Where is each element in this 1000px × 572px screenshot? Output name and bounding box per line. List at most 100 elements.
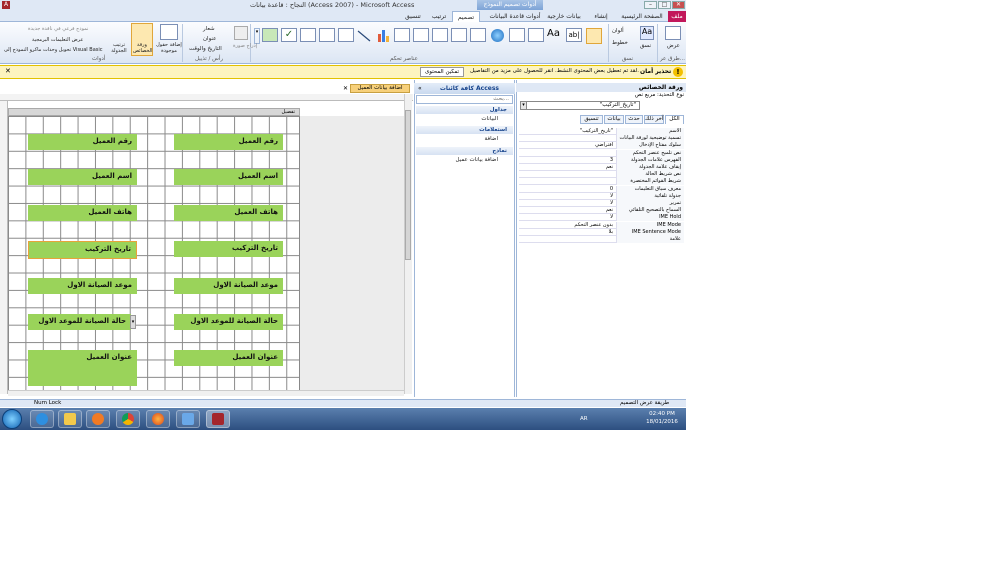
view-code-button[interactable]: عرض التعليمات البرمجية [32,37,83,43]
nav-pane-collapse-icon[interactable]: « [418,85,422,92]
fonts-button[interactable]: خطوط [612,40,628,46]
convert-macros-button[interactable]: تحويل وحدات ماكرو النموذج إلى Visual Bas… [4,47,103,53]
textbox-customer-name[interactable]: اسم العميل [28,169,137,185]
nav-group-forms[interactable]: نماذج [416,147,513,155]
horizontal-scrollbar[interactable] [8,390,404,396]
line-control-icon[interactable] [357,30,371,42]
view-label[interactable]: عرض [667,43,680,49]
tab-home[interactable]: الصفحة الرئيسية [620,11,664,22]
property-value[interactable]: نعم [519,164,616,171]
label-maintenance-status[interactable]: حالة الصيانة للموعد الاول [174,314,283,330]
nav-item-query-add[interactable]: اضافة [420,135,510,143]
taskbar-access-icon[interactable] [206,410,230,428]
taskbar-language[interactable]: AR [580,416,588,422]
property-row[interactable]: بدون عنصر التحكم IME Mode [519,221,684,229]
close-button[interactable]: ✕ [672,1,685,9]
property-row[interactable]: 0 معرف سياق التعليمات [519,185,684,193]
property-row[interactable]: شريط القوائم المختصرة [519,178,684,186]
property-row[interactable]: تسمية توضيحية لورقة البيانات [519,135,684,143]
property-value[interactable]: افتراضي [519,142,616,149]
vertical-scroll-thumb[interactable] [405,110,411,260]
property-value[interactable]: لا [519,193,616,200]
textbox-control-icon[interactable]: ab| [566,28,582,42]
subform-new-window-button[interactable]: نموذج فرعي في نافذة جديدة [28,26,88,32]
document-close-icon[interactable]: ✕ [343,85,348,92]
prop-tab-all[interactable]: الكل [665,115,684,124]
taskbar-clock[interactable]: 02:40 PM 18/01/2016 [640,410,684,428]
view-icon[interactable] [665,26,681,40]
property-row[interactable]: لا جدولة تلقائية [519,192,684,200]
navigation-control-icon[interactable] [451,28,467,42]
title-button[interactable]: عنوان [203,36,216,42]
label-control-icon[interactable]: Aa [547,28,560,39]
page-break-icon[interactable] [413,28,429,42]
maximize-button[interactable]: □ [658,1,671,9]
start-button-icon[interactable] [2,409,22,429]
taskbar-network-icon[interactable] [176,410,200,428]
controls-more-icon[interactable]: ▾ [254,28,260,44]
combobox-maintenance-status[interactable]: حالة الصيانة للموعد الاول [28,314,131,330]
property-row[interactable]: نص شريط الحالة [519,171,684,179]
property-value[interactable]: لا [519,214,616,221]
enable-content-button[interactable]: تمكين المحتوى [420,67,464,77]
minimize-button[interactable]: – [644,1,657,9]
document-tab[interactable]: اضافة بيانات العميل [350,84,410,93]
tab-create[interactable]: إنشاء [586,11,616,22]
add-existing-fields-icon[interactable] [160,24,178,40]
colors-button[interactable]: ألوان [612,28,624,34]
themes-icon[interactable]: Aa [640,26,654,40]
tab-format[interactable]: تنسيق [400,11,426,22]
property-value[interactable]: 0 [519,186,616,193]
textbox-installation-date[interactable]: تاريخ التركيب [28,241,137,259]
prop-tab-format[interactable]: تنسيق [580,115,603,124]
property-row[interactable]: 3 الفهرس علامات الجدولة [519,156,684,164]
tab-external-data[interactable]: بيانات خارجية [544,11,584,22]
taskbar-explorer-icon[interactable] [58,410,82,428]
property-row[interactable]: نعم السماح بالتصحيح التلقائي [519,207,684,215]
rectangle-control-icon[interactable] [300,28,316,42]
tab-design[interactable]: تصميم [452,11,480,22]
property-row[interactable]: نص تلميح عنصر التحكم [519,149,684,157]
insert-image-label[interactable]: إدراج صورة [233,43,257,49]
web-browser-control-icon[interactable] [470,28,486,42]
property-value[interactable]: نعم [519,207,616,214]
taskbar-chrome-icon[interactable] [116,410,140,428]
textbox-customer-number[interactable]: رقم العميل [28,134,137,150]
nav-item-table-data[interactable]: البيانات [420,115,510,123]
security-warning-message[interactable]: لقد تم تعطيل بعض المحتوى النشط. انقر للح… [470,68,639,74]
tab-file[interactable]: ملف [668,11,686,22]
chart-control-icon[interactable] [377,30,391,42]
insert-image-icon[interactable] [234,26,248,40]
insert-image-control-icon[interactable] [262,28,278,42]
nav-pane-title[interactable]: كافة كائنات Access [414,83,515,94]
label-installation-date[interactable]: تاريخ التركيب [174,241,283,257]
control-selector-dropdown[interactable]: "تاريخ_التركيب" [520,101,640,110]
property-row[interactable]: نعم إيقاف علامة الجدولة [519,164,684,171]
label-first-maintenance-date[interactable]: موعد الصيانة الاول [174,278,283,294]
nav-group-queries[interactable]: استعلامات [416,126,513,134]
taskbar-ie-icon[interactable] [30,410,54,428]
tab-order-button[interactable]: ترتيب الجدولة [109,42,129,54]
detail-section-header[interactable]: تفصيل [8,108,300,116]
checkbox-control-icon[interactable]: ✓ [281,28,297,42]
combo-box-icon[interactable] [394,28,410,42]
combobox-dropdown-icon[interactable]: ▾ [130,315,136,329]
toggle-button-icon[interactable] [338,28,354,42]
taskbar-firefox-icon[interactable] [146,410,170,428]
label-customer-name[interactable]: اسم العميل [174,169,283,185]
datetime-button[interactable]: التاريخ والوقت [189,46,222,52]
prop-tab-other[interactable]: آخر ذلك [644,115,664,124]
taskbar-media-player-icon[interactable] [86,410,110,428]
nav-search-input[interactable]: بحث... [416,95,513,104]
property-row[interactable]: لا تمرير [519,200,684,207]
list-box-icon[interactable] [319,28,335,42]
tab-database-tools[interactable]: أدوات قاعدة البيانات [488,11,542,22]
textbox-customer-address[interactable]: عنوان العميل [28,350,137,386]
button-control-icon[interactable] [528,28,544,42]
nav-item-form-add-customer[interactable]: اضافة بيانات عميل [420,156,510,164]
hyperlink-control-icon[interactable] [491,29,504,42]
add-existing-fields-button[interactable]: إضافة حقول موجودة [156,42,182,54]
property-row[interactable]: افتراضي سلوك مفتاح الإدخال [519,142,684,150]
property-value[interactable]: 3 [519,157,616,164]
logo-button[interactable]: شعار [203,26,215,32]
